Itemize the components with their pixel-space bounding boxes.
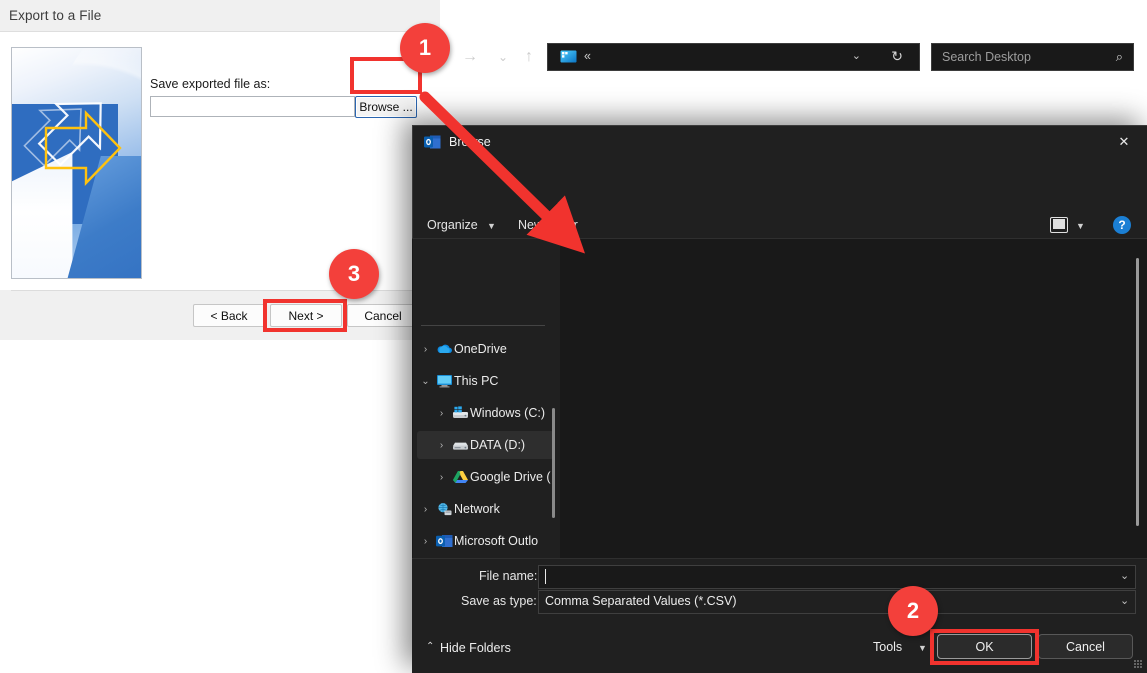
dialog-cancel-button[interactable]: Cancel bbox=[1038, 634, 1133, 659]
dialog-title: Browse bbox=[449, 135, 491, 149]
new-folder-button[interactable]: New folder bbox=[518, 218, 578, 232]
back-button[interactable]: < Back bbox=[193, 304, 265, 327]
chevron-down-icon[interactable]: ⌄ bbox=[1120, 569, 1129, 582]
chevron-down-icon[interactable]: ⌄ bbox=[852, 49, 861, 62]
chevron-right-icon[interactable]: › bbox=[433, 472, 450, 483]
help-icon[interactable]: ? bbox=[1113, 216, 1131, 234]
hard-drive-icon bbox=[450, 438, 470, 452]
file-name-label: File name: bbox=[479, 569, 538, 583]
search-icon[interactable]: ⌕ bbox=[1116, 49, 1123, 65]
wizard-cancel-button[interactable]: Cancel bbox=[347, 304, 419, 327]
address-bar[interactable]: « ⌄ ↻ bbox=[547, 43, 920, 71]
dialog-titlebar[interactable]: Browse ✕ bbox=[413, 126, 1147, 158]
step-badge-1: 1 bbox=[400, 23, 450, 73]
step-badge-3: 3 bbox=[329, 249, 379, 299]
windows-drive-icon bbox=[450, 406, 470, 420]
sidebar-item-label: Windows (C:) bbox=[470, 406, 546, 420]
up-arrow-icon[interactable]: ↑ bbox=[514, 44, 544, 70]
chevron-down-icon[interactable]: ⌄ bbox=[1120, 594, 1129, 607]
chevron-right-icon[interactable]: › bbox=[433, 440, 450, 451]
wizard-illustration bbox=[11, 47, 142, 279]
chevron-down-icon[interactable]: ▼ bbox=[918, 643, 927, 653]
search-input[interactable]: Search Desktop ⌕ bbox=[931, 43, 1134, 71]
sidebar-item-windows-c[interactable]: › Windows (C:) bbox=[417, 399, 554, 427]
close-icon[interactable]: ✕ bbox=[1101, 126, 1147, 158]
save-as-type-label: Save as type: bbox=[461, 594, 537, 608]
chevron-down-icon[interactable]: ⌄ bbox=[417, 376, 434, 387]
chevron-right-icon[interactable]: › bbox=[417, 536, 434, 547]
sidebar-item-label: This PC bbox=[454, 374, 499, 388]
sidebar-item-microsoft-outlo[interactable]: › Microsoft Outlo bbox=[417, 527, 554, 555]
save-exported-file-label: Save exported file as: bbox=[150, 77, 271, 91]
sidebar-item-google-drive[interactable]: › Google Drive ( bbox=[417, 463, 554, 491]
step-badge-2: 2 bbox=[888, 586, 938, 636]
sidebar-item-label: Microsoft Outlo bbox=[454, 534, 539, 548]
file-list[interactable] bbox=[561, 239, 1147, 558]
network-icon bbox=[434, 502, 454, 516]
organize-button[interactable]: Organize bbox=[427, 218, 478, 232]
navigation-sidebar: › OneDrive ⌄ This PC › Windows (C:) › DATA (D:)… bbox=[413, 239, 560, 558]
onedrive-cloud-icon bbox=[434, 342, 454, 356]
view-layout-icon[interactable] bbox=[1050, 217, 1068, 233]
dialog-navbar bbox=[413, 158, 1147, 206]
address-breadcrumb[interactable]: « bbox=[584, 49, 591, 63]
chevron-up-icon[interactable]: ⌃ bbox=[426, 641, 434, 652]
chevron-right-icon[interactable]: › bbox=[433, 408, 450, 419]
chevron-right-icon[interactable]: › bbox=[417, 504, 434, 515]
file-list-scrollbar[interactable] bbox=[1136, 258, 1139, 526]
file-name-input[interactable] bbox=[538, 565, 1136, 589]
highlight-box-ok bbox=[930, 629, 1039, 665]
desktop-icon bbox=[560, 50, 577, 65]
chevron-down-icon[interactable]: ▼ bbox=[487, 221, 496, 231]
sidebar-item-label: DATA (D:) bbox=[470, 438, 526, 452]
sidebar-item-this-pc[interactable]: ⌄ This PC bbox=[417, 367, 554, 395]
sidebar-item-onedrive[interactable]: › OneDrive bbox=[417, 335, 554, 363]
sidebar-item-label: Network bbox=[454, 502, 500, 516]
sidebar-scrollbar[interactable] bbox=[552, 408, 555, 518]
resize-grip[interactable] bbox=[1134, 660, 1143, 669]
chevron-right-icon[interactable]: › bbox=[417, 344, 434, 355]
sidebar-item-network[interactable]: › Network bbox=[417, 495, 554, 523]
outlook-icon bbox=[434, 534, 454, 548]
tools-button[interactable]: Tools bbox=[873, 640, 902, 654]
text-cursor bbox=[545, 569, 546, 584]
wizard-titlebar: Export to a File bbox=[0, 0, 440, 31]
this-pc-monitor-icon bbox=[434, 374, 454, 388]
save-exported-file-input[interactable] bbox=[150, 96, 355, 117]
search-placeholder: Search Desktop bbox=[942, 50, 1031, 64]
sidebar-item-label: Google Drive ( bbox=[470, 470, 551, 484]
google-drive-icon bbox=[450, 470, 470, 484]
outlook-icon bbox=[424, 134, 441, 150]
forward-arrow-icon[interactable]: → bbox=[455, 44, 485, 70]
sidebar-separator bbox=[421, 325, 545, 326]
sidebar-item-label: OneDrive bbox=[454, 342, 507, 356]
sidebar-item-data-d[interactable]: › DATA (D:) bbox=[417, 431, 554, 459]
illustration-arrow-outline-gold bbox=[42, 103, 132, 193]
save-as-type-value: Comma Separated Values (*.CSV) bbox=[545, 594, 737, 608]
hide-folders-button[interactable]: Hide Folders bbox=[440, 641, 511, 655]
wizard-title: Export to a File bbox=[9, 8, 102, 23]
refresh-icon[interactable]: ↻ bbox=[891, 48, 903, 65]
highlight-box-next bbox=[263, 299, 347, 332]
chevron-down-icon[interactable]: ▼ bbox=[1076, 221, 1085, 231]
browse-button[interactable]: Browse ... bbox=[355, 96, 417, 118]
